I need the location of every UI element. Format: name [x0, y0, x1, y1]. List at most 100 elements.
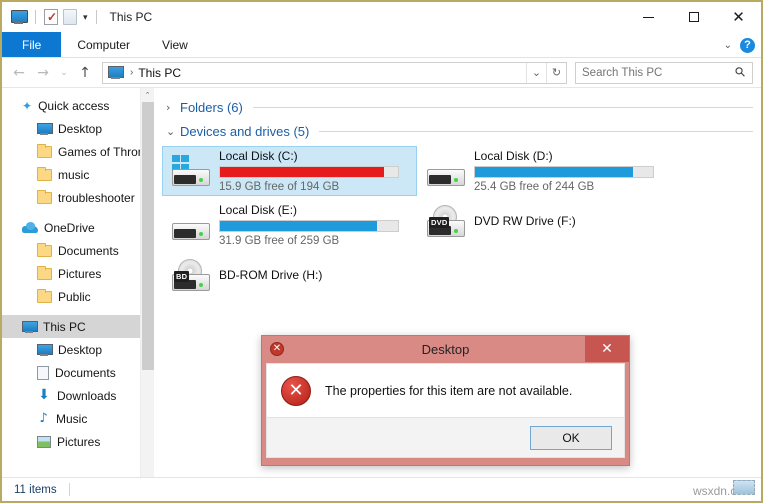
tab-file[interactable]: File: [2, 32, 62, 57]
back-button[interactable]: ←: [8, 62, 30, 84]
scroll-up-icon[interactable]: ⌃: [141, 88, 154, 102]
sidebar-item-troubleshooter[interactable]: troubleshooter: [2, 186, 154, 209]
sidebar-item-documents-od[interactable]: Documents: [2, 239, 154, 262]
explorer-window: ▾ This PC ✕ File Computer View ⌄ ? ← → ⌄…: [0, 0, 763, 503]
sidebar-item-onedrive[interactable]: OneDrive: [2, 216, 154, 239]
help-icon[interactable]: ?: [740, 37, 755, 53]
chevron-down-icon-address[interactable]: ⌄: [526, 62, 546, 83]
address-bar-row: ← → ⌄ ↑ › This PC ⌄ ↻ ⚲: [2, 58, 761, 88]
sidebar-item-label: Desktop: [58, 342, 103, 357]
sidebar-item-desktop-qa[interactable]: Desktop: [2, 117, 154, 140]
music-icon: ♪: [39, 410, 48, 426]
error-dialog: ✕ Desktop ✕ ✕ The properties for this it…: [261, 335, 630, 466]
chevron-right-icon[interactable]: ›: [166, 101, 180, 114]
document-icon: [37, 365, 49, 380]
minimize-button[interactable]: [626, 2, 671, 32]
chevron-down-icon[interactable]: ⌄: [166, 125, 180, 138]
ok-button[interactable]: OK: [530, 425, 612, 450]
up-button[interactable]: ↑: [74, 62, 96, 84]
sidebar-item-label: Pictures: [57, 434, 101, 449]
group-title: Folders (6): [180, 99, 243, 115]
desktop-icon: [37, 122, 53, 135]
recent-locations-button[interactable]: ⌄: [56, 62, 72, 84]
drive-name: Local Disk (E:): [219, 203, 298, 217]
sidebar-item-label: Quick access: [38, 98, 110, 113]
watermark-badge-icon: [733, 480, 755, 495]
maximize-icon: [688, 12, 699, 22]
folder-icon: [37, 189, 52, 204]
tab-view[interactable]: View: [146, 32, 204, 57]
properties-icon[interactable]: [44, 9, 58, 25]
address-bar[interactable]: › This PC ⌄ ↻: [102, 61, 567, 84]
sidebar-item-label: Pictures: [58, 266, 102, 281]
group-header-devices[interactable]: ⌄ Devices and drives (5): [154, 120, 761, 142]
this-pc-icon[interactable]: [10, 10, 28, 24]
tab-computer[interactable]: Computer: [61, 32, 146, 57]
drive-name: BD-ROM Drive (H:): [219, 267, 323, 282]
sidebar-item-label: music: [58, 167, 90, 182]
disc-tag-label: BD: [174, 270, 190, 282]
sidebar-item-label: troubleshooter: [58, 190, 135, 205]
breadcrumb[interactable]: This PC: [138, 66, 181, 80]
nav-gap-2: [2, 308, 154, 315]
scrollbar-thumb[interactable]: [142, 102, 154, 370]
capacity-bar: [219, 166, 399, 178]
forward-button[interactable]: →: [32, 62, 54, 84]
sidebar-item-documents-pc[interactable]: Documents: [2, 361, 154, 384]
search-box[interactable]: ⚲: [575, 61, 753, 84]
qat-divider: [35, 10, 36, 24]
ribbon-right-controls: ⌄ ?: [724, 32, 755, 58]
windows-drive-icon: [167, 154, 217, 188]
drive-tile-f[interactable]: DVD DVD RW Drive (F:): [417, 200, 672, 244]
bd-drive-icon: BD: [167, 258, 217, 293]
drive-name: Local Disk (D:): [474, 149, 553, 163]
nav-list: ✦ Quick access Desktop Games of Thron mu…: [2, 88, 154, 453]
group-divider: [319, 130, 753, 132]
customize-chevron-icon[interactable]: ▾: [83, 12, 88, 23]
sidebar-item-pictures-pc[interactable]: Pictures: [2, 430, 154, 453]
drive-capacity-text: 15.9 GB free of 194 GB: [219, 181, 340, 193]
dialog-footer: OK: [266, 418, 625, 458]
nav-gap: [2, 209, 154, 216]
dialog-close-button[interactable]: ✕: [585, 336, 629, 362]
sidebar-item-music-pc[interactable]: ♪ Music: [2, 407, 154, 430]
search-icon[interactable]: ⚲: [733, 64, 750, 81]
drive-capacity-text: 25.4 GB free of 244 GB: [474, 181, 595, 193]
chevron-down-icon[interactable]: ⌄: [724, 40, 732, 51]
maximize-button[interactable]: [671, 2, 716, 32]
sidebar-item-downloads[interactable]: ⬇ Downloads: [2, 384, 154, 407]
sidebar-item-games-of-thrones[interactable]: Games of Thron: [2, 140, 154, 163]
group-header-folders[interactable]: › Folders (6): [154, 96, 761, 118]
new-folder-icon[interactable]: [63, 9, 77, 25]
sidebar-item-music-qa[interactable]: music: [2, 163, 154, 186]
drive-info: Local Disk (D:) 25.4 GB free of 244 GB: [472, 149, 667, 193]
picture-icon: [37, 435, 51, 448]
capacity-bar-fill: [475, 167, 634, 177]
dialog-title-bar: ✕ Desktop ✕: [262, 336, 629, 363]
sidebar-item-desktop-pc[interactable]: Desktop: [2, 338, 154, 361]
minimize-icon: [643, 16, 654, 18]
drive-tile-c[interactable]: Local Disk (C:) 15.9 GB free of 194 GB: [162, 146, 417, 196]
drive-info: Local Disk (E:) 31.9 GB free of 259 GB: [217, 203, 412, 247]
qat-divider-2: [95, 10, 97, 24]
drive-tile-h[interactable]: BD BD-ROM Drive (H:): [162, 254, 417, 298]
sidebar-item-public[interactable]: Public: [2, 285, 154, 308]
drive-icon: [422, 155, 472, 188]
refresh-icon[interactable]: ↻: [546, 62, 566, 83]
drive-tile-e[interactable]: Local Disk (E:) 31.9 GB free of 259 GB: [162, 200, 417, 250]
capacity-bar-fill: [220, 167, 384, 177]
folder-icon: [37, 265, 52, 280]
folder-icon: [37, 242, 52, 257]
title-bar: ▾ This PC ✕: [2, 2, 761, 32]
search-input[interactable]: [582, 66, 737, 79]
disc-tag-label: DVD: [429, 216, 450, 228]
sidebar-item-this-pc[interactable]: This PC: [2, 315, 154, 338]
close-button[interactable]: ✕: [716, 2, 761, 32]
drive-icon: [167, 209, 217, 242]
drive-tile-d[interactable]: Local Disk (D:) 25.4 GB free of 244 GB: [417, 146, 672, 196]
error-icon: ✕: [281, 375, 311, 406]
drive-capacity-text: 31.9 GB free of 259 GB: [219, 235, 340, 247]
sidebar-scrollbar[interactable]: ⌃ ⌄: [140, 88, 154, 484]
sidebar-item-pictures-od[interactable]: Pictures: [2, 262, 154, 285]
sidebar-item-quick-access[interactable]: ✦ Quick access: [2, 94, 154, 117]
